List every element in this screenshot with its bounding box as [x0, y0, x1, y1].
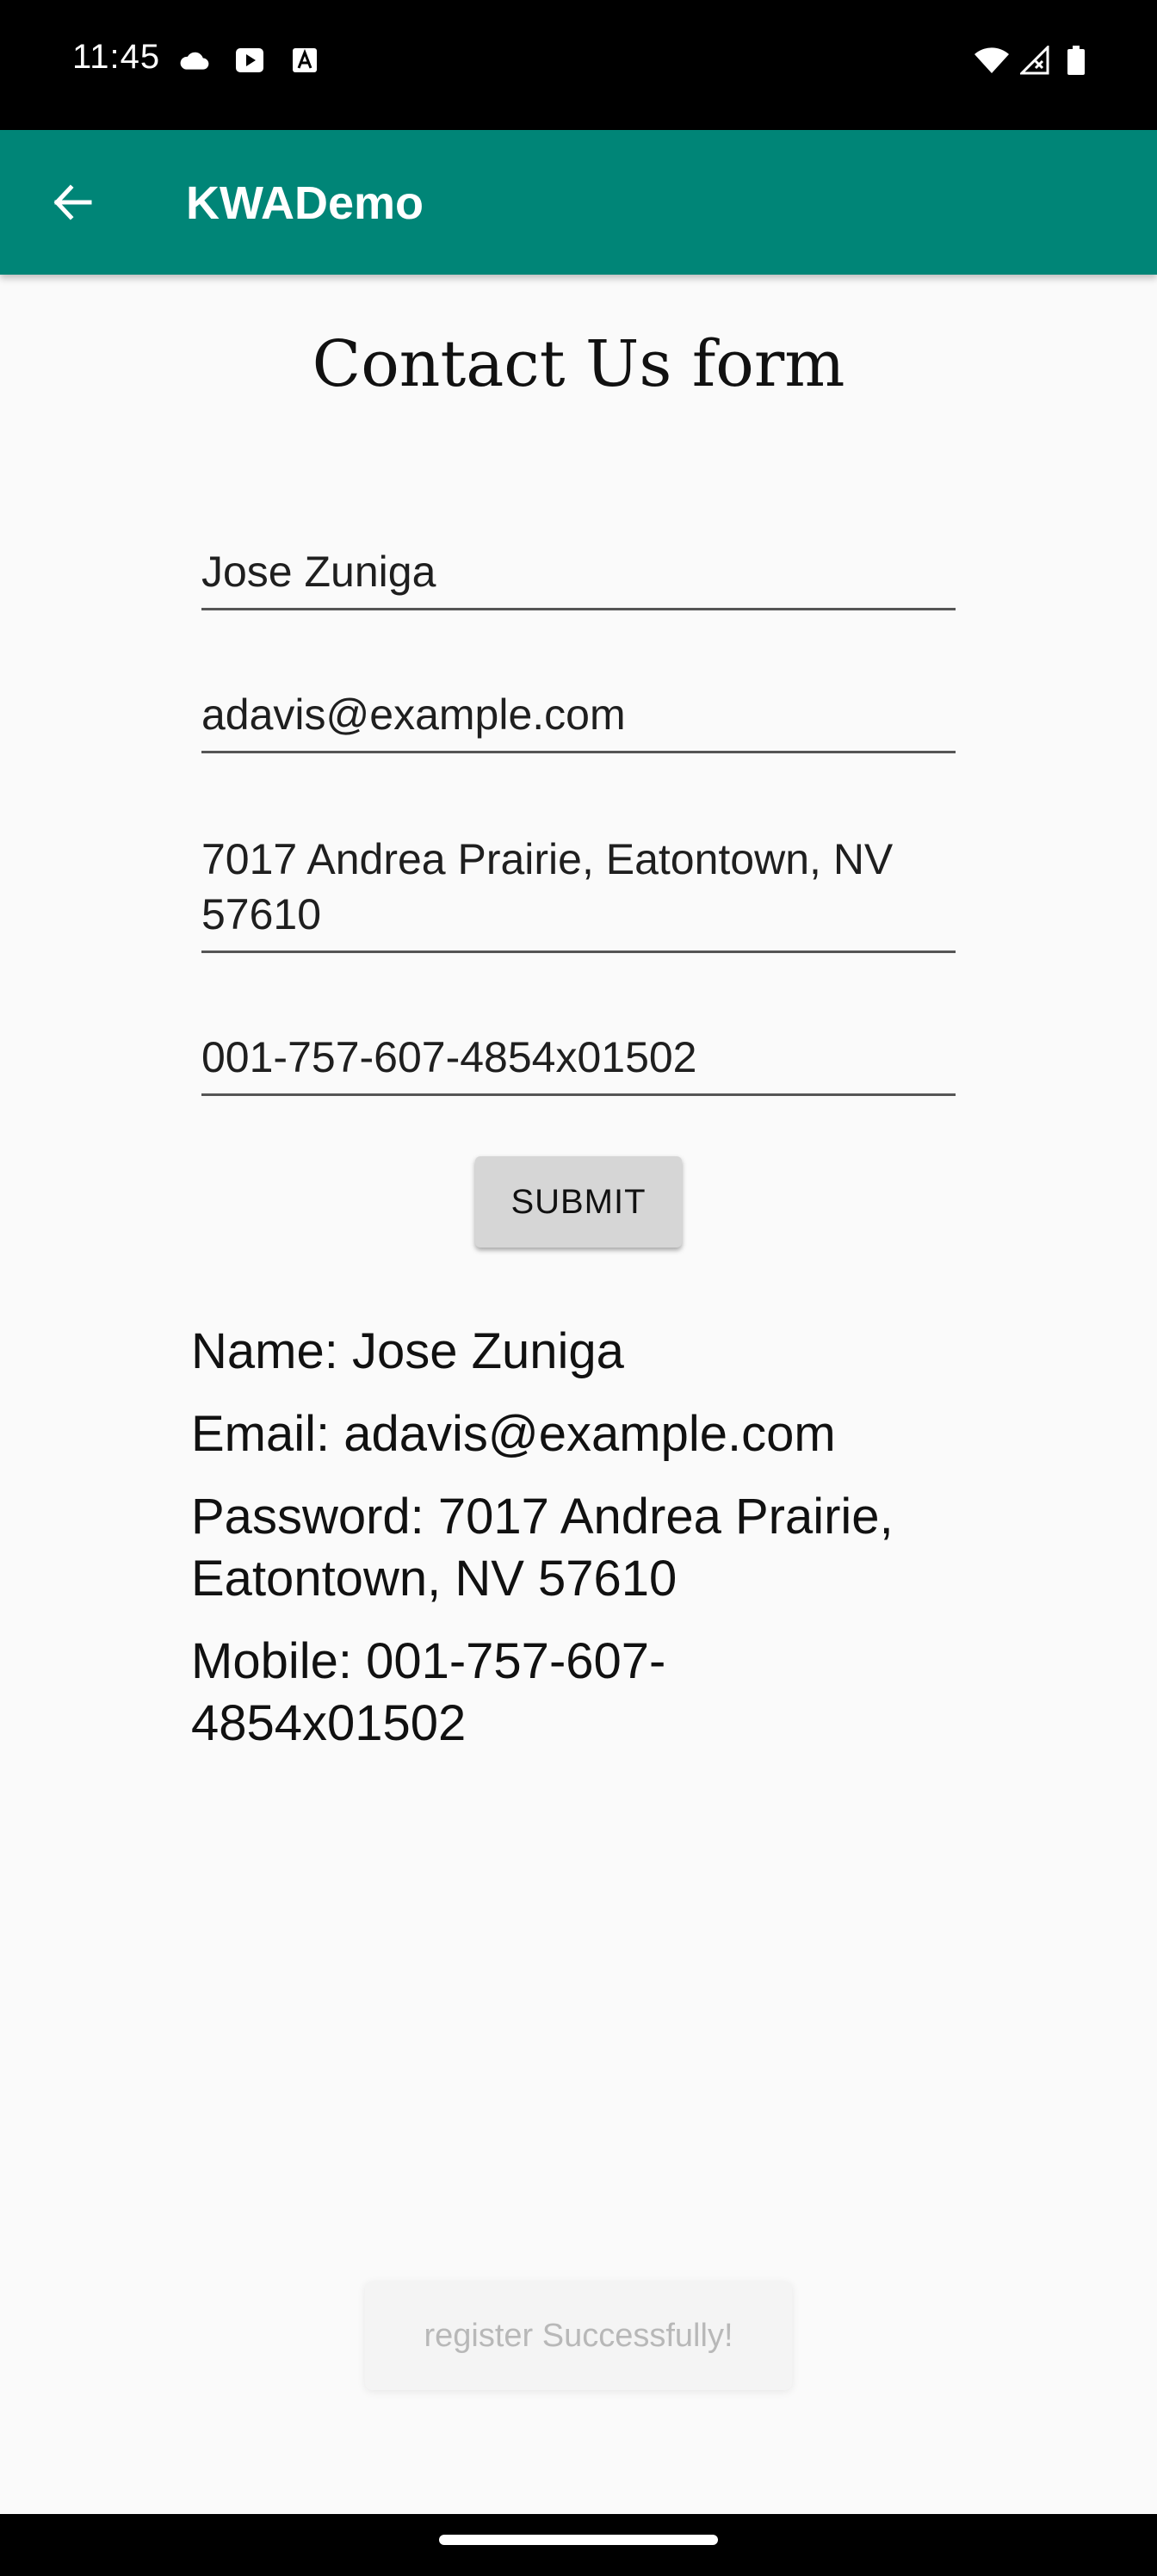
- name-field[interactable]: Jose Zuniga: [201, 544, 956, 610]
- result-name: Name: Jose Zuniga: [191, 1323, 624, 1379]
- result-mobile: Mobile: 001-757-607-4854x01502: [191, 1633, 666, 1751]
- result-password: Password: 7017 Andrea Prairie, Eatontown…: [191, 1489, 894, 1607]
- navigation-bar: [0, 2514, 1157, 2576]
- status-time: 11:45: [72, 38, 161, 76]
- play-icon: [234, 45, 265, 76]
- result-email: Email: adavis@example.com: [191, 1406, 836, 1462]
- email-field[interactable]: adavis@example.com: [201, 687, 956, 753]
- form-title: Contact Us form: [312, 327, 845, 401]
- back-button[interactable]: [38, 168, 107, 237]
- app-screen: 11:45 KWADemo Contact Us form Jose Zunig…: [0, 0, 1157, 2576]
- signal-icon: [1019, 45, 1050, 76]
- wifi-icon: [973, 45, 1011, 76]
- address-field[interactable]: 7017 Andrea Prairie, Eatontown, NV 57610: [201, 832, 956, 953]
- status-bar: 11:45: [0, 0, 1157, 130]
- app-title: KWADemo: [186, 177, 424, 229]
- app-bar: KWADemo: [0, 130, 1157, 275]
- home-gesture-handle[interactable]: [439, 2535, 718, 2545]
- a-badge-icon: [289, 45, 320, 76]
- submit-button[interactable]: SUBMIT: [475, 1156, 682, 1248]
- cloud-icon: [179, 45, 210, 76]
- battery-icon: [1061, 45, 1092, 76]
- mobile-field[interactable]: 001-757-607-4854x01502: [201, 1030, 956, 1096]
- arrow-back-icon: [53, 184, 92, 220]
- toast-message: register Successfully!: [365, 2282, 792, 2390]
